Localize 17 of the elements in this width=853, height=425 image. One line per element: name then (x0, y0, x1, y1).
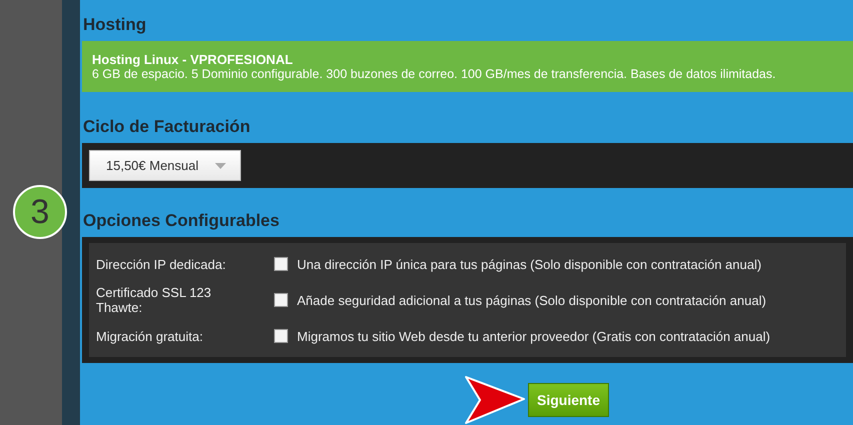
option-label: Certificado SSL 123 Thawte: (96, 285, 212, 315)
checkbox[interactable] (274, 293, 288, 307)
option-description: Migramos tu sitio Web desde tu anterior proveedor (Gratis con contratación anual) (297, 328, 770, 344)
plan-description: 6 GB de espacio. 5 Dominio configurable. 300 buzones de correo. 100 GB/mes de transferencia. Bases de datos ilimitadas. (92, 67, 777, 81)
section-heading: Hosting (83, 14, 148, 36)
section-heading: Opciones Configurables (83, 210, 280, 232)
billing-dropdown[interactable]: 15,50€ Mensual (89, 150, 241, 181)
arrow-icon (464, 375, 526, 425)
section-heading: Ciclo de Facturación (83, 116, 252, 138)
caret-icon (214, 162, 226, 168)
checkbox[interactable] (274, 329, 288, 343)
option-description: Añade seguridad adicional a tus páginas (Solo disponible con contratación anual) (297, 292, 766, 308)
checkbox[interactable] (274, 257, 288, 271)
plan-name: Hosting Linux - VPROFESIONAL (92, 52, 294, 67)
option-label: Migración gratuita: (96, 328, 204, 344)
option-label: Dirección IP dedicada: (96, 256, 227, 272)
option-description: Una dirección IP única para tus páginas (Solo disponible con contratación anual) (297, 256, 762, 272)
